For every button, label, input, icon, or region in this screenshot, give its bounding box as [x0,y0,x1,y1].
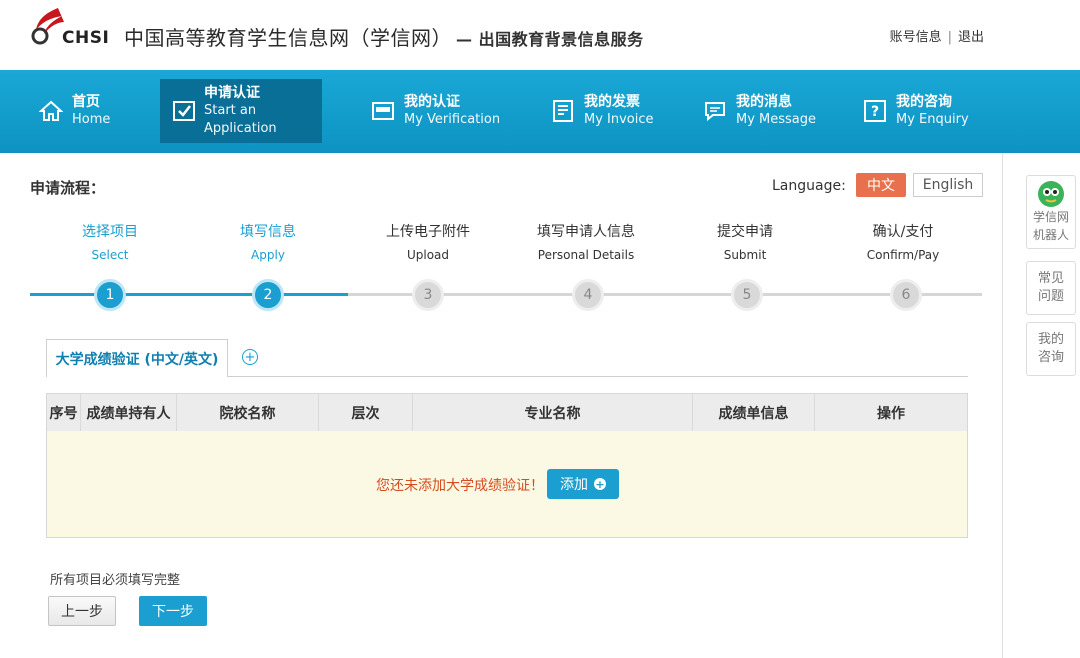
nav-message-cn: 我的消息 [736,94,792,110]
nav-message-en: My Message [736,112,817,127]
nav-item-start-application[interactable]: 申请认证 Start an Application [160,79,322,143]
empty-message: 您还未添加大学成绩验证！ [376,478,544,494]
step-4-label-en: Personal Details [537,248,635,262]
top-header: CHSI 中国高等教育学生信息网（学信网） — 出国教育背景信息服务 账号信息 | 退… [0,0,1080,70]
step-1-circle: 1 [94,279,126,311]
nav-apply-cn: 申请认证 [204,85,260,101]
table-header: 序号 成绩单持有人 院校名称 层次 专业名称 成绩单信息 操作 [47,394,967,431]
nav-enquiry-cn: 我的咨询 [896,94,952,110]
plus-circle-icon: + [594,477,606,491]
faq-label-line1: 常见 [1037,271,1064,286]
certificate-icon [370,98,396,124]
invoice-icon [550,98,576,124]
step-6-label-cn: 确认/支付 [872,224,934,240]
main-navbar: 首页 Home 申请认证 Start an Application 我的认证 M… [0,70,1080,153]
ask-label-line2: 咨询 [1037,350,1064,365]
step-4-circle: 4 [572,279,604,311]
step-3-circle: 3 [412,279,444,311]
nav-verification-cn: 我的认证 [404,94,460,110]
table-body-empty: 您还未添加大学成绩验证！ 添加 + [47,431,967,537]
checkbox-icon [172,98,196,124]
step-6-label-en: Confirm/Pay [866,248,940,262]
col-actions: 操作 [877,405,905,422]
nav-verification-en: My Verification [404,112,501,127]
nav-home-en: Home [72,112,111,127]
step-2-label-cn: 填写信息 [240,224,296,240]
step-1-label-en: Select [91,248,129,262]
col-index: 序号 [47,394,81,431]
language-label: Language: [772,178,846,194]
col-school: 院校名称 [177,394,319,431]
nav-item-my-enquiry[interactable]: ? 我的咨询 My Enquiry [850,79,980,143]
progress-track-completed [30,293,348,296]
step-1-label-cn: 选择项目 [82,224,138,240]
tab-transcript-verification[interactable]: 大学成绩验证 (中文/英文) [46,339,228,377]
step-4-label-cn: 填写申请人信息 [537,224,635,240]
col-level: 层次 [319,394,413,431]
nav-item-home[interactable]: 首页 Home [26,79,136,143]
nav-item-my-verification[interactable]: 我的认证 My Verification [358,79,508,143]
step-6-circle: 6 [890,279,922,311]
step-5-label-cn: 提交申请 [717,224,773,240]
nav-item-my-invoice[interactable]: 我的发票 My Invoice [538,79,668,143]
faq-button[interactable]: 常见 问题 [1026,261,1076,315]
nav-home-cn: 首页 [72,94,100,110]
my-enquiry-side-button[interactable]: 我的 咨询 [1026,322,1076,376]
question-icon: ? [862,98,888,124]
nav-invoice-en: My Invoice [584,112,654,127]
site-title: 中国高等教育学生信息网（学信网） — 出国教育背景信息服务 [124,22,644,51]
col-transcript-info: 成绩单信息 [693,394,815,431]
site-title-main: 中国高等教育学生信息网（学信网） [124,26,452,50]
nav-enquiry-en: My Enquiry [896,112,969,127]
account-separator: | [947,30,952,45]
flow-title: 申请流程： [30,179,106,197]
step-3-label-en: Upload [406,248,450,262]
robot-avatar-icon [1038,181,1064,207]
logo-text: CHSI [62,28,110,48]
faq-label-line2: 问题 [1037,289,1064,304]
message-icon [702,98,728,124]
application-panel: 申请流程： Language: 中文 English 选择项目 Select 填… [0,153,1003,658]
step-3-label-cn: 上传电子附件 [386,224,470,240]
chsi-logo[interactable]: CHSI [28,6,110,50]
add-button-label: 添加 [560,477,588,493]
account-info-link[interactable]: 账号信息 [890,30,942,45]
step-2-label-en: Apply [251,248,285,262]
robot-label-line1: 学信网 [1032,210,1069,224]
nav-invoice-cn: 我的发票 [584,94,640,110]
account-links: 账号信息 | 退出 [890,26,984,45]
nav-item-my-message[interactable]: 我的消息 My Message [690,79,826,143]
language-chinese-button[interactable]: 中文 [856,173,906,197]
required-note: 所有项目必须填写完整 [50,573,181,588]
svg-text:?: ? [871,104,879,120]
step-5-circle: 5 [731,279,763,311]
add-tab-icon[interactable]: + [242,349,258,365]
site-subtitle: — 出国教育背景信息服务 [456,30,644,49]
nav-apply-en: Start an Application [204,103,277,136]
add-transcript-button[interactable]: 添加 + [547,469,619,499]
next-step-button[interactable]: 下一步 [139,596,207,626]
robot-label-line2: 机器人 [1032,228,1069,242]
home-icon [38,98,64,124]
col-holder: 成绩单持有人 [81,394,177,431]
transcript-table: 序号 成绩单持有人 院校名称 层次 专业名称 成绩单信息 操作 您还未添加大学成… [46,393,968,538]
ask-label-line1: 我的 [1037,332,1064,347]
col-major: 专业名称 [413,394,693,431]
chsi-robot-button[interactable]: 学信网 机器人 [1026,175,1076,249]
step-5-label-en: Submit [723,248,767,262]
step-2-circle: 2 [252,279,284,311]
logout-link[interactable]: 退出 [958,30,984,45]
language-english-button[interactable]: English [913,173,983,197]
prev-step-button[interactable]: 上一步 [48,596,116,626]
